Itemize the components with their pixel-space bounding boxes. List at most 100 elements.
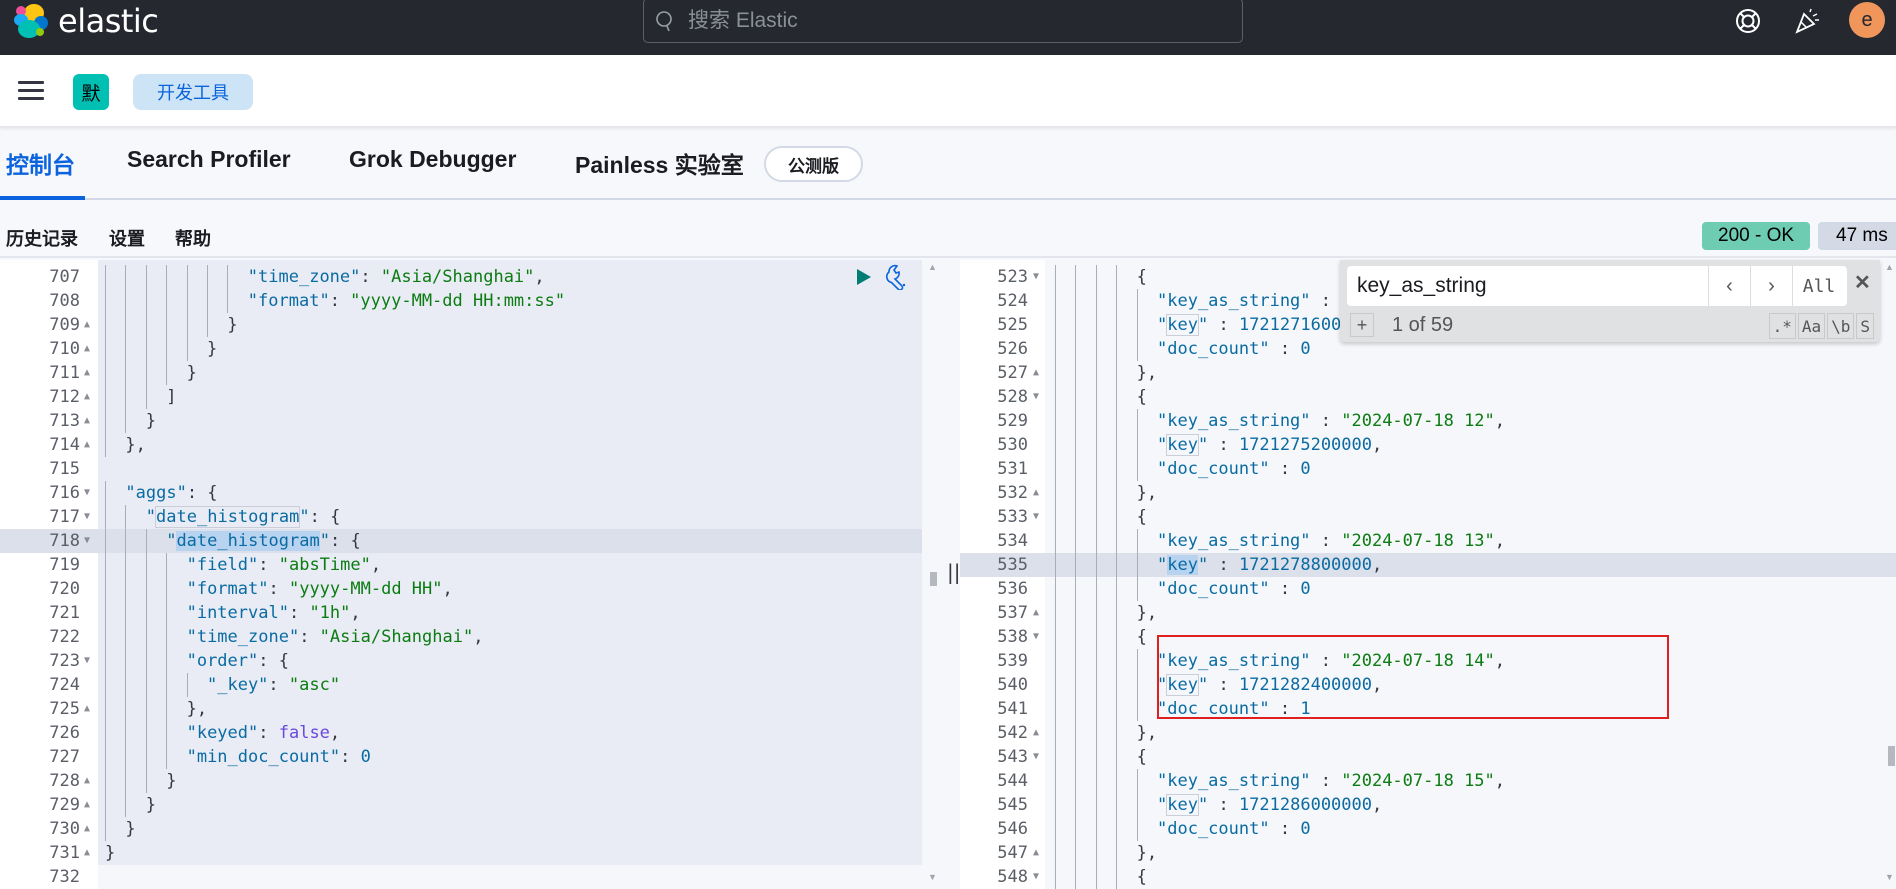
line-number: 523: [997, 267, 1028, 287]
fold-up-icon[interactable]: ▲: [1033, 841, 1039, 865]
fold-up-icon[interactable]: ▲: [84, 841, 90, 865]
tab-painless-lab[interactable]: Painless 实验室: [575, 146, 744, 180]
indent-guide: [1116, 289, 1118, 313]
indent-guide: [1116, 313, 1118, 337]
scroll-down-arrow[interactable]: ▼: [928, 872, 937, 882]
global-search[interactable]: [643, 0, 1243, 43]
find-all-button[interactable]: All: [1793, 266, 1845, 306]
fold-up-icon[interactable]: ▲: [1033, 721, 1039, 745]
help-link[interactable]: 帮助: [175, 225, 211, 251]
elastic-logo[interactable]: elastic: [12, 2, 159, 40]
fold-up-icon[interactable]: ▲: [1033, 601, 1039, 625]
line-number: 709: [49, 315, 80, 335]
fold-up-icon[interactable]: ▲: [84, 769, 90, 793]
fold-down-icon[interactable]: ▼: [1033, 265, 1039, 289]
response-scroll-up[interactable]: ▲: [1885, 262, 1894, 272]
find-next-button[interactable]: ›: [1751, 266, 1793, 306]
response-editor[interactable]: 523▼{524"key_as_string" : "2024-07-18 11…: [960, 260, 1896, 889]
tab-search-profiler[interactable]: Search Profiler: [127, 146, 291, 173]
fold-up-icon[interactable]: ▲: [1033, 481, 1039, 505]
menu-icon[interactable]: [18, 81, 44, 101]
indent-guide: [166, 697, 168, 721]
history-link[interactable]: 历史记录: [6, 225, 78, 251]
fold-up-icon[interactable]: ▲: [84, 361, 90, 385]
code-line: },: [1136, 363, 1158, 383]
line-number: 708: [49, 291, 80, 311]
toggle-replace-button[interactable]: +: [1350, 313, 1374, 337]
help-icon[interactable]: [1733, 6, 1763, 36]
settings-link[interactable]: 设置: [109, 225, 145, 251]
case-sensitive-toggle[interactable]: Aa: [1797, 313, 1826, 339]
find-input[interactable]: [1347, 266, 1709, 306]
fold-down-icon[interactable]: ▼: [1033, 505, 1039, 529]
tab-grok-debugger[interactable]: Grok Debugger: [349, 146, 516, 173]
indent-guide: [145, 601, 147, 625]
find-prev-button[interactable]: ‹: [1709, 266, 1751, 306]
indent-guide: [125, 289, 127, 313]
fold-down-icon[interactable]: ▼: [1033, 625, 1039, 649]
fold-up-icon[interactable]: ▲: [84, 793, 90, 817]
indent-guide: [186, 673, 188, 697]
code-line: },: [1136, 723, 1158, 743]
fold-up-icon[interactable]: ▲: [84, 433, 90, 457]
indent-guide: [1055, 505, 1056, 529]
tab-console[interactable]: 控制台: [6, 146, 75, 180]
fold-down-icon[interactable]: ▼: [1033, 385, 1039, 409]
indent-guide: [1116, 529, 1118, 553]
request-scrollbar[interactable]: [930, 572, 937, 586]
fold-up-icon[interactable]: ▲: [84, 409, 90, 433]
whats-new-icon[interactable]: [1792, 6, 1822, 36]
indent-guide: [125, 313, 127, 337]
fold-down-icon[interactable]: ▼: [1033, 745, 1039, 769]
code-line: }: [145, 411, 157, 431]
response-scroll-down[interactable]: ▼: [1885, 872, 1894, 882]
indent-guide: [105, 625, 106, 649]
fold-down-icon[interactable]: ▼: [1033, 865, 1039, 889]
chevron-right-icon: ›: [1768, 274, 1775, 297]
resize-handle-icon[interactable]: ||: [947, 560, 960, 584]
code-line: "key_as_string" : "2024-07-18 15",: [1157, 771, 1506, 791]
close-icon[interactable]: ✕: [1854, 270, 1871, 295]
indent-guide: [166, 601, 168, 625]
indent-guide: [1095, 817, 1097, 841]
indent-guide: [145, 649, 147, 673]
fold-up-icon[interactable]: ▲: [1033, 361, 1039, 385]
line-number: 720: [49, 579, 80, 599]
fold-up-icon[interactable]: ▲: [84, 697, 90, 721]
indent-guide: [1095, 553, 1097, 577]
fold-up-icon[interactable]: ▲: [84, 313, 90, 337]
indent-guide: [1116, 553, 1118, 577]
code-line: {: [1136, 267, 1147, 287]
regex-toggle[interactable]: .*: [1768, 313, 1796, 339]
search-input[interactable]: [688, 8, 1228, 33]
whole-word-toggle[interactable]: \b: [1827, 313, 1855, 339]
scroll-up-arrow[interactable]: ▲: [928, 262, 937, 272]
space-avatar[interactable]: 默: [73, 74, 109, 110]
fold-down-icon[interactable]: ▼: [84, 481, 90, 505]
code-line: {: [1136, 747, 1147, 767]
breadcrumb-bar: 默 开发工具: [0, 55, 1896, 127]
fold-down-icon[interactable]: ▼: [84, 529, 90, 553]
fold-down-icon[interactable]: ▼: [84, 505, 90, 529]
indent-guide: [1075, 481, 1077, 505]
user-avatar[interactable]: e: [1849, 2, 1885, 38]
breadcrumb-dev-tools[interactable]: 开发工具: [133, 74, 253, 110]
code-line: "order": {: [186, 651, 289, 671]
active-line-highlight: [960, 553, 1896, 577]
search-in-selection-toggle[interactable]: S: [1856, 313, 1874, 339]
fold-up-icon[interactable]: ▲: [84, 337, 90, 361]
indent-guide: [125, 361, 127, 385]
request-editor[interactable]: 707 "time_zone": "Asia/Shanghai", 708 "form…: [0, 260, 922, 889]
line-number: 540: [997, 675, 1028, 695]
response-scrollbar[interactable]: [1888, 746, 1895, 766]
indent-guide: [1136, 817, 1138, 841]
fold-up-icon[interactable]: ▲: [84, 817, 90, 841]
play-icon[interactable]: [855, 267, 873, 287]
wrench-icon[interactable]: [885, 264, 911, 290]
fold-up-icon[interactable]: ▲: [84, 385, 90, 409]
indent-guide: [105, 289, 106, 313]
indent-guide: [1136, 529, 1138, 553]
fold-down-icon[interactable]: ▼: [84, 649, 90, 673]
indent-guide: [125, 601, 127, 625]
indent-guide: [166, 721, 168, 745]
